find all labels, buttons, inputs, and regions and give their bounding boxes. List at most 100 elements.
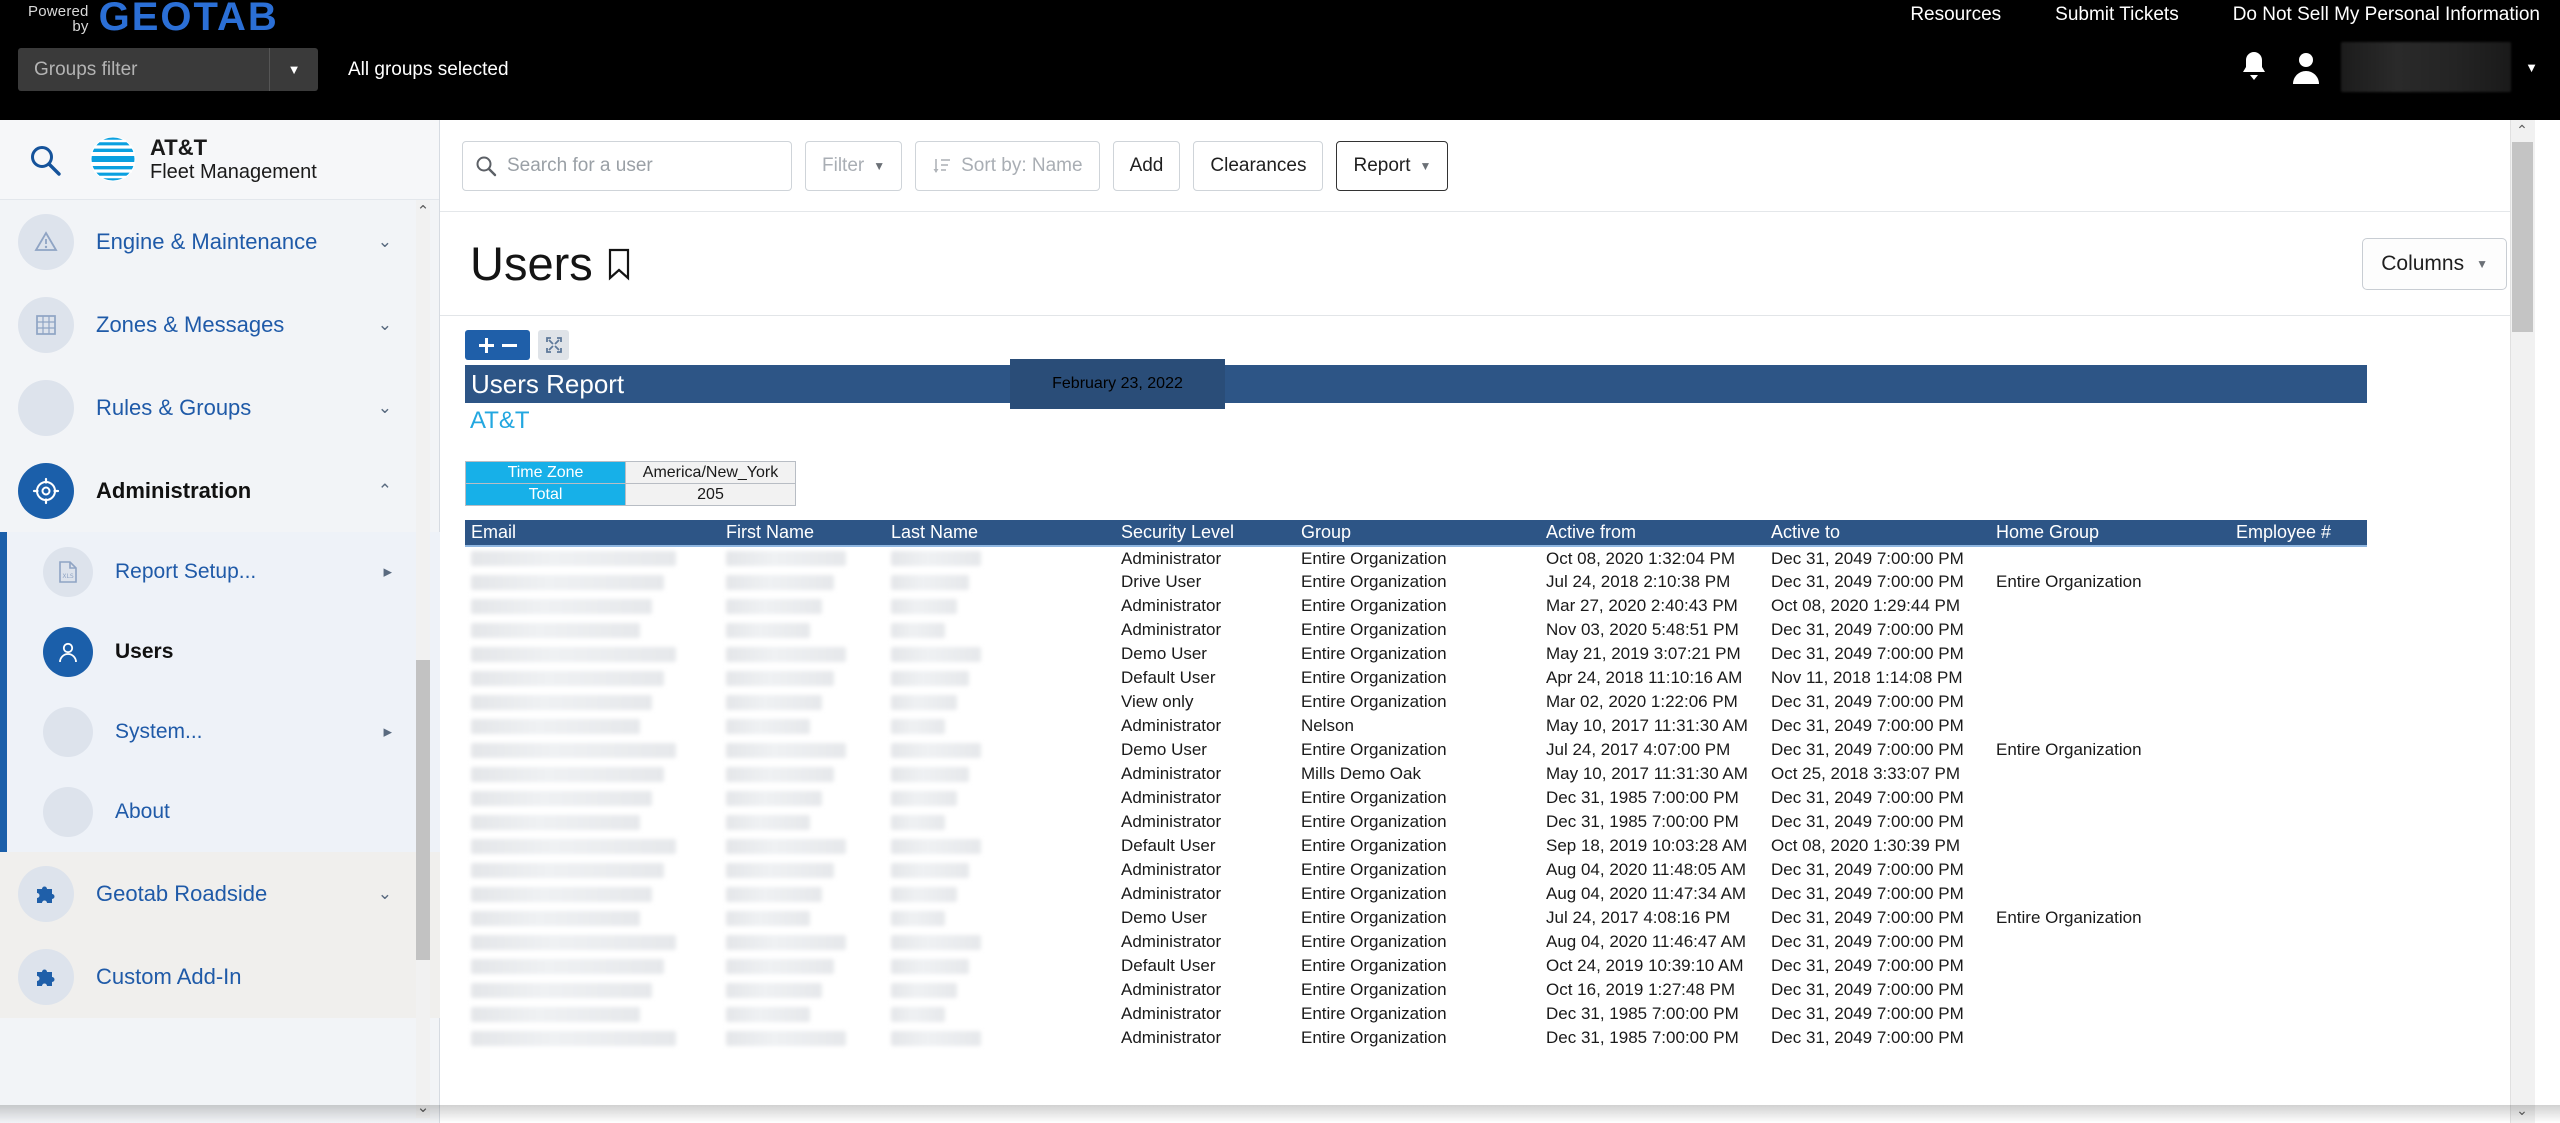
cell-last-name <box>885 930 1115 954</box>
filter-button[interactable]: Filter ▼ <box>805 140 903 191</box>
bell-icon[interactable] <box>2237 48 2271 86</box>
table-row[interactable]: Drive User Entire Organization Jul 24, 201… <box>465 570 2367 594</box>
main-scrollbar-thumb[interactable] <box>2512 142 2533 332</box>
user-name-redacted[interactable] <box>2341 42 2512 92</box>
cell-last-name <box>885 786 1115 810</box>
sidebar-item-system[interactable]: System... ▸ <box>7 692 440 772</box>
cell-active-from: Nov 03, 2020 5:48:51 PM <box>1546 620 1739 639</box>
table-row[interactable]: Demo User Entire Organization May 21, 2019… <box>465 642 2367 666</box>
cell-security-level: Administrator <box>1121 548 1222 568</box>
link-do-not-sell[interactable]: Do Not Sell My Personal Information <box>2233 4 2540 26</box>
cell-group: Entire Organization <box>1301 668 1447 687</box>
user-avatar-icon[interactable] <box>2291 48 2321 86</box>
sidebar-item-about[interactable]: About <box>7 772 440 852</box>
plus-icon[interactable] <box>478 337 495 354</box>
table-row[interactable]: Administrator Nelson May 10, 2017 11:31:30… <box>465 714 2367 738</box>
cell-active-to: Dec 31, 2049 7:00:00 PM <box>1771 980 1964 999</box>
cell-home-group <box>1990 546 2230 570</box>
table-row[interactable]: Administrator Entire Organization Dec 31, … <box>465 810 2367 834</box>
cell-security-level: View only <box>1121 692 1194 711</box>
sidebar-item-zones-messages[interactable]: Zones & Messages ⌄ <box>0 283 440 366</box>
column-header-employee-num[interactable]: Employee # <box>2230 520 2367 547</box>
chevron-down-icon[interactable]: ⌄ <box>378 398 392 418</box>
fit-to-screen-icon[interactable] <box>538 330 569 360</box>
chevron-down-icon[interactable]: ▼ <box>2525 60 2538 75</box>
sidebar-item-geotab-roadside[interactable]: Geotab Roadside ⌄ <box>0 852 440 935</box>
link-resources[interactable]: Resources <box>1910 4 2001 26</box>
redacted-value <box>471 742 676 758</box>
sidebar-item-engine-maintenance[interactable]: Engine & Maintenance ⌄ <box>0 200 440 283</box>
groups-filter-dropdown[interactable]: Groups filter ▼ <box>18 48 318 91</box>
cell-security-level: Administrator <box>1121 1004 1222 1023</box>
table-row[interactable]: Default User Entire Organization Sep 18, 2… <box>465 834 2367 858</box>
cell-active-from: Aug 04, 2020 11:47:34 AM <box>1546 884 1747 903</box>
puzzle-icon <box>18 865 74 922</box>
minus-icon[interactable] <box>501 337 518 354</box>
chevron-right-icon[interactable]: ▸ <box>383 722 392 742</box>
cell-email <box>465 954 720 978</box>
column-header-group[interactable]: Group <box>1295 520 1540 547</box>
table-row[interactable]: Administrator Mills Demo Oak May 10, 2017 … <box>465 762 2367 786</box>
sidebar-item-rules-groups[interactable]: Rules & Groups ⌄ <box>0 366 440 449</box>
cell-last-name <box>885 858 1115 882</box>
columns-button[interactable]: Columns ▼ <box>2362 237 2507 290</box>
system-icon <box>43 707 93 757</box>
scroll-up-icon[interactable]: ⌃ <box>2513 122 2531 140</box>
column-header-last-name[interactable]: Last Name <box>885 520 1115 547</box>
cell-active-to: Dec 31, 2049 7:00:00 PM <box>1771 860 1964 879</box>
search-input[interactable]: Search for a user <box>462 140 792 191</box>
clearances-button[interactable]: Clearances <box>1193 140 1324 191</box>
sidebar-item-administration[interactable]: Administration ⌃ <box>0 449 440 532</box>
table-row[interactable]: Administrator Entire Organization Oct 08, … <box>465 546 2367 570</box>
table-row[interactable]: Default User Entire Organization Oct 24, 2… <box>465 954 2367 978</box>
link-submit-tickets[interactable]: Submit Tickets <box>2055 4 2179 26</box>
table-row[interactable]: Administrator Entire Organization Mar 27, … <box>465 594 2367 618</box>
report-button[interactable]: Report ▼ <box>1336 140 1449 191</box>
table-row[interactable]: Administrator Entire Organization Dec 31, … <box>465 1002 2367 1026</box>
table-row[interactable]: Administrator Entire Organization Aug 04, … <box>465 858 2367 882</box>
table-row[interactable]: Administrator Entire Organization Nov 03, … <box>465 618 2367 642</box>
sidebar-item-custom-add-in[interactable]: Custom Add-In <box>0 935 440 1018</box>
chevron-down-icon[interactable]: ⌄ <box>378 232 392 252</box>
table-row[interactable]: Administrator Entire Organization Oct 16, … <box>465 978 2367 1002</box>
top-bar: Powered by GEOTAB Resources Submit Ticke… <box>0 0 2560 120</box>
scroll-down-icon[interactable]: ⌄ <box>2513 1102 2531 1120</box>
table-row[interactable]: Demo User Entire Organization Jul 24, 2017… <box>465 738 2367 762</box>
redacted-value <box>726 790 822 806</box>
table-row[interactable]: Administrator Entire Organization Dec 31, … <box>465 786 2367 810</box>
column-header-first-name[interactable]: First Name <box>720 520 885 547</box>
add-button[interactable]: Add <box>1112 140 1181 191</box>
chevron-down-icon[interactable]: ▼ <box>270 62 318 77</box>
sidebar-scrollbar-track[interactable] <box>416 200 430 1118</box>
column-header-active-from[interactable]: Active from <box>1540 520 1765 547</box>
scroll-down-icon[interactable]: ⌄ <box>414 1098 432 1116</box>
scroll-up-icon[interactable]: ⌃ <box>414 202 432 220</box>
table-row[interactable]: Administrator Entire Organization Dec 31, … <box>465 1026 2367 1050</box>
report-zoom-buttons[interactable] <box>465 330 530 360</box>
cell-last-name <box>885 594 1115 618</box>
chevron-down-icon[interactable]: ⌄ <box>378 884 392 904</box>
main-content: Search for a user Filter ▼ Sort by: Name… <box>440 120 2535 1123</box>
bookmark-icon[interactable] <box>606 247 632 281</box>
redacted-value <box>891 790 957 806</box>
cell-active-from: Oct 16, 2019 1:27:48 PM <box>1546 980 1736 999</box>
chevron-up-icon[interactable]: ⌃ <box>378 481 392 501</box>
column-header-home-group[interactable]: Home Group <box>1990 520 2230 547</box>
search-icon[interactable] <box>0 143 90 177</box>
table-row[interactable]: Administrator Entire Organization Aug 04, … <box>465 930 2367 954</box>
sidebar-item-report-setup[interactable]: XLS Report Setup... ▸ <box>7 532 440 612</box>
table-row[interactable]: Default User Entire Organization Apr 24, 2… <box>465 666 2367 690</box>
chevron-right-icon[interactable]: ▸ <box>383 562 392 582</box>
column-header-email[interactable]: Email <box>465 520 720 547</box>
brand-text: AT&T Fleet Management <box>150 135 317 183</box>
table-row[interactable]: View only Entire Organization Mar 02, 2020… <box>465 690 2367 714</box>
column-header-active-to[interactable]: Active to <box>1765 520 1990 547</box>
table-row[interactable]: Administrator Entire Organization Aug 04, … <box>465 882 2367 906</box>
sidebar-item-users[interactable]: Users <box>7 612 440 692</box>
chevron-down-icon[interactable]: ⌄ <box>378 315 392 335</box>
column-header-security-level[interactable]: Security Level <box>1115 520 1295 547</box>
sidebar-scrollbar-thumb[interactable] <box>416 660 430 960</box>
cell-first-name <box>720 906 885 930</box>
sort-button[interactable]: Sort by: Name <box>915 140 1100 191</box>
table-row[interactable]: Demo User Entire Organization Jul 24, 2017… <box>465 906 2367 930</box>
